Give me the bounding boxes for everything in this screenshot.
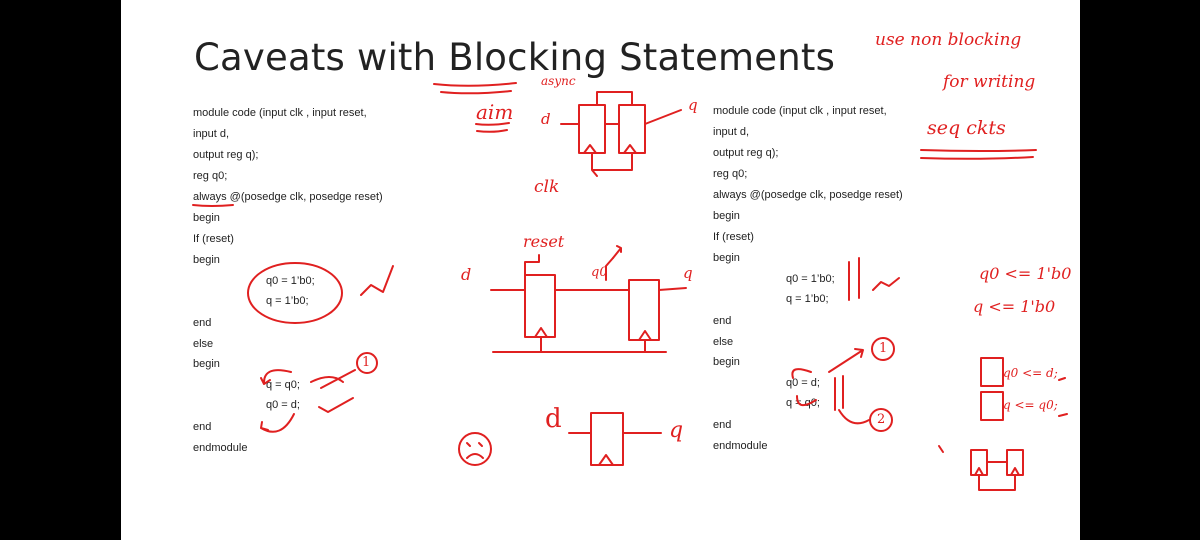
middle-flipflop-diagram bbox=[490, 245, 687, 353]
bracket-marks bbox=[1058, 377, 1068, 417]
reset-circle-left bbox=[247, 262, 343, 324]
right-mini-flipflops bbox=[970, 449, 1024, 491]
arrow-to-one-right bbox=[828, 348, 864, 373]
curve-to-two bbox=[838, 409, 870, 425]
sad-face-icon bbox=[458, 432, 492, 466]
check-mark-left bbox=[360, 265, 394, 296]
check-mark-left-2 bbox=[318, 397, 354, 413]
title-underline bbox=[433, 82, 517, 95]
bottom-flipflop-diagram bbox=[568, 412, 662, 466]
one-circle-left bbox=[356, 352, 378, 374]
double-bar-right bbox=[848, 257, 860, 301]
swap-arrow-left bbox=[260, 369, 292, 385]
swap-arrow-right-1 bbox=[791, 368, 812, 379]
aim-underline bbox=[475, 122, 510, 133]
slide: Caveats with Blocking Statements module … bbox=[121, 0, 1080, 540]
arrow-to-one bbox=[320, 369, 356, 389]
boxed-statement-2 bbox=[980, 391, 1004, 421]
tick-mark-right bbox=[938, 445, 944, 453]
top-flipflop-diagram bbox=[560, 91, 682, 177]
one-circle-right bbox=[871, 337, 895, 361]
note-underline bbox=[920, 149, 1037, 160]
handwritten-strokes bbox=[192, 82, 1068, 491]
always-underline bbox=[192, 204, 234, 207]
boxed-statement-1 bbox=[980, 357, 1004, 387]
two-circle-right bbox=[869, 408, 893, 432]
swap-arrow-left-2 bbox=[260, 413, 295, 433]
check-mark-right bbox=[872, 277, 900, 291]
swap-arrow-right-2 bbox=[796, 395, 817, 407]
double-bar-right-2 bbox=[834, 375, 844, 411]
